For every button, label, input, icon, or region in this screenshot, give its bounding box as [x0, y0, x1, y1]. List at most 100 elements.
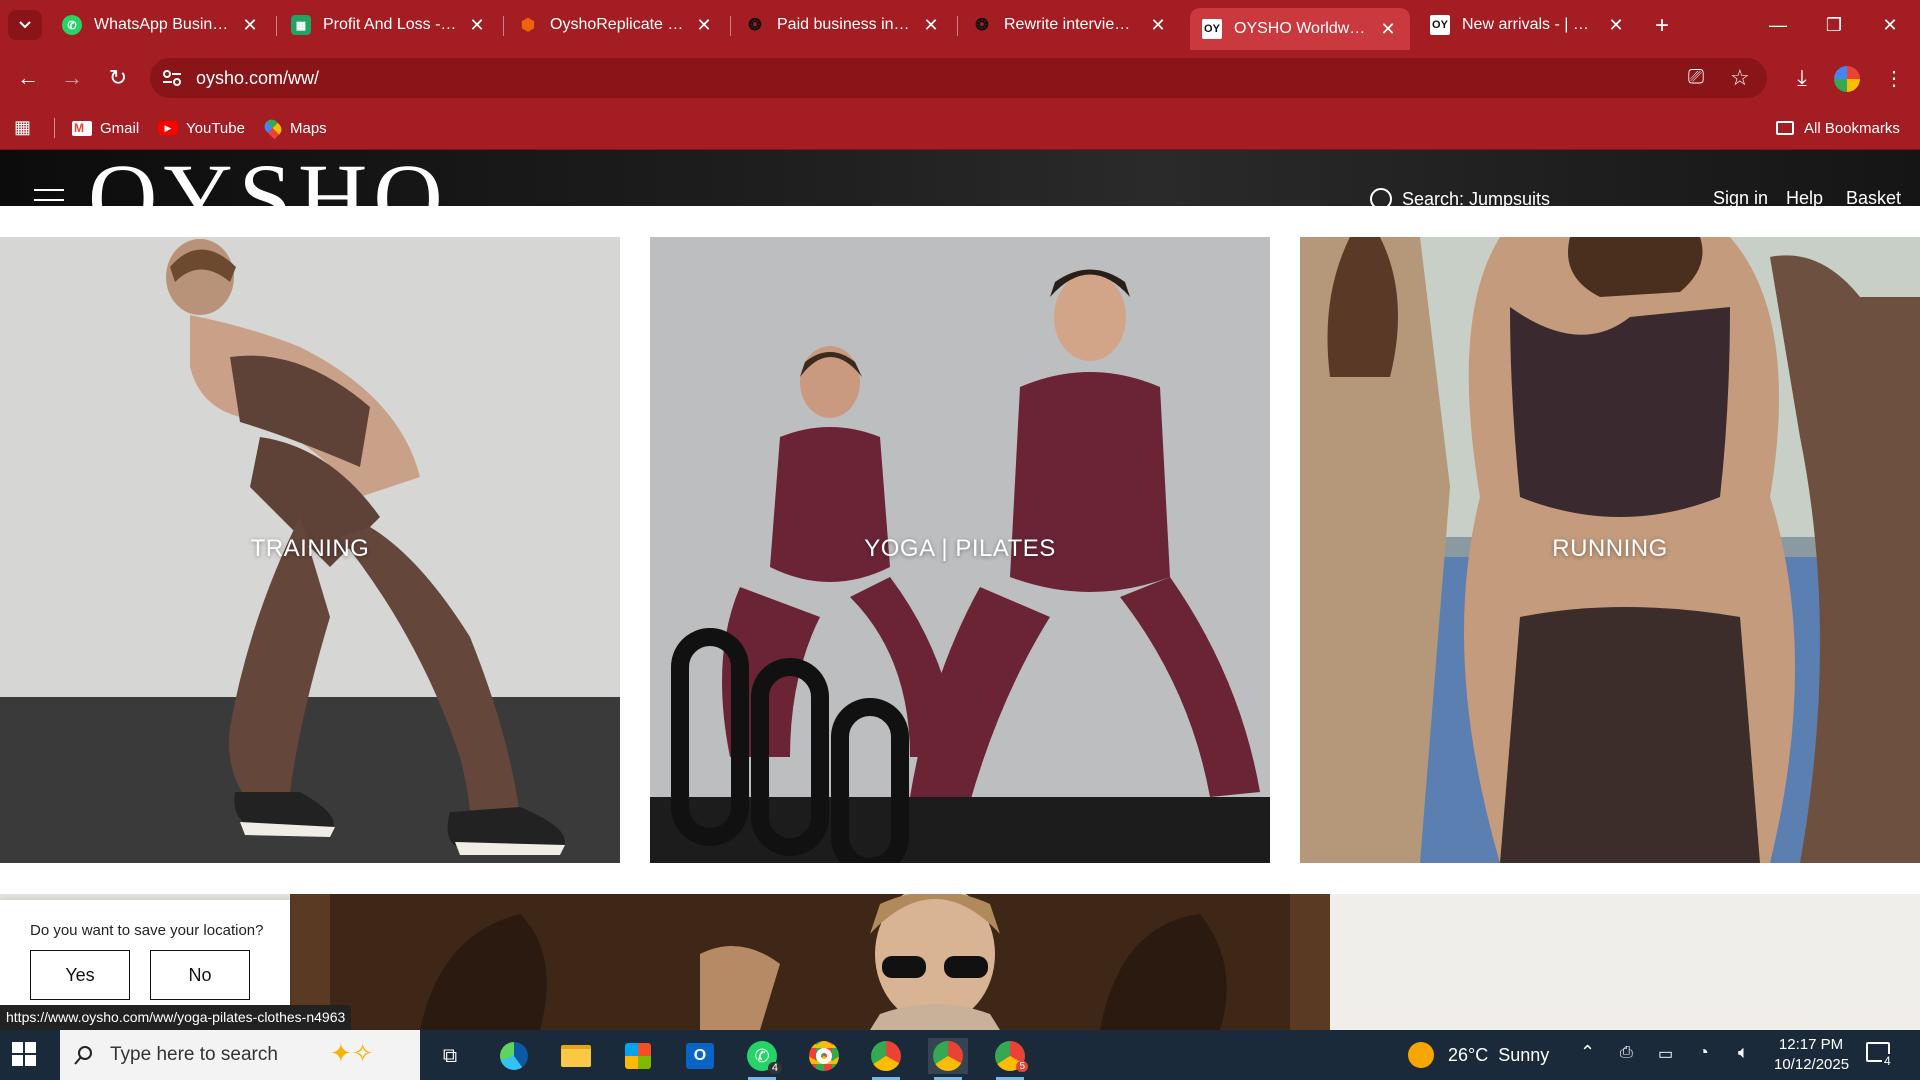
tab-paid-business-interns[interactable]: ❂ Paid business interns ✕ [733, 8, 953, 42]
taskbar-search-box[interactable]: Type here to search ✦✧ [60, 1030, 420, 1080]
tab-separator [730, 16, 731, 36]
tab-new-arrivals[interactable]: OY New arrivals - | OYSH ✕ [1418, 8, 1638, 42]
no-button[interactable]: No [150, 950, 250, 1000]
site-settings-icon[interactable] [162, 69, 182, 87]
store-icon [625, 1043, 651, 1069]
taskbar-chrome-1[interactable] [804, 1038, 844, 1074]
category-card-yoga-pilates[interactable]: YOGA | PILATES [650, 237, 1270, 863]
location-question: Do you want to save your location? [30, 922, 264, 939]
maps-icon [261, 116, 285, 140]
task-view-icon: ⧉ [442, 1044, 458, 1067]
divider [54, 118, 55, 138]
menu-button[interactable] [34, 188, 64, 206]
close-icon[interactable]: ✕ [1378, 19, 1398, 40]
chrome-icon [871, 1041, 901, 1071]
bookmark-maps[interactable]: Maps [261, 116, 327, 140]
tab-rewrite-interview[interactable]: ❂ Rewrite interview foll ✕ [960, 8, 1180, 42]
gmail-icon: M [72, 120, 92, 136]
taskbar-chrome-4[interactable]: 5 [990, 1038, 1030, 1080]
search-button[interactable]: Search: Jumpsuits [1370, 188, 1550, 206]
tab-separator [957, 16, 958, 36]
reload-button[interactable]: ↻ [102, 62, 134, 94]
close-window-button[interactable]: ✕ [1866, 0, 1914, 50]
close-icon[interactable]: ✕ [1148, 15, 1168, 36]
install-app-icon[interactable]: ⎚ [1688, 66, 1704, 89]
tab-oysho-worldwide[interactable]: OY OYSHO Worldwide | ✕ [1190, 8, 1410, 50]
bookmarks-bar: ▦ M Gmail ▶ YouTube Maps All Bookmarks [0, 106, 1920, 150]
tab-separator [276, 16, 277, 36]
notification-center-button[interactable]: 4 [1866, 1042, 1893, 1068]
taskbar-edge[interactable] [494, 1038, 534, 1074]
meet-now-icon[interactable]: ⎙ [1620, 1044, 1633, 1062]
browser-toolbar: ← → ↻ oysho.com/ww/ ⎚ ☆ ⤓ ⋮ [0, 50, 1920, 106]
tab-search-button[interactable] [8, 10, 42, 40]
sign-in-link[interactable]: Sign in [1713, 188, 1768, 206]
show-hidden-icons-chevron[interactable]: ⌃ [1580, 1042, 1595, 1063]
whatsapp-badge: 4 [767, 1062, 782, 1074]
reload-icon: ↻ [108, 65, 128, 90]
taskbar-chrome-2[interactable] [866, 1038, 906, 1080]
help-link[interactable]: Help [1786, 188, 1823, 206]
battery-icon[interactable]: ▭ [1658, 1044, 1673, 1064]
category-label: TRAINING [250, 535, 370, 562]
downloads-button[interactable]: ⤓ [1786, 62, 1818, 94]
yes-button[interactable]: Yes [30, 950, 130, 1000]
clock[interactable]: 12:17 PM 10/12/2025 [1774, 1035, 1849, 1075]
youtube-icon: ▶ [158, 121, 178, 135]
close-icon[interactable]: ✕ [240, 15, 260, 36]
address-bar[interactable]: oysho.com/ww/ ⎚ ☆ [150, 58, 1767, 98]
bookmark-label: Gmail [100, 119, 140, 137]
category-label: RUNNING [1552, 535, 1668, 562]
close-icon[interactable]: ✕ [694, 15, 714, 36]
tab-oysho-replicate[interactable]: ⬢ OyshoReplicate - Rep ✕ [506, 8, 726, 42]
category-label: YOGA | PILATES [864, 535, 1056, 562]
browser-menu-button[interactable]: ⋮ [1878, 62, 1910, 94]
close-icon[interactable]: ✕ [921, 15, 941, 36]
outlook-icon: O [686, 1043, 714, 1069]
tab-profit-and-loss[interactable]: ▦ Profit And Loss - Goo ✕ [279, 8, 499, 42]
basket-link[interactable]: Basket [1846, 188, 1901, 206]
category-card-training[interactable]: TRAINING [0, 237, 620, 863]
tab-separator [503, 16, 504, 36]
folder-icon [561, 1045, 591, 1067]
close-icon: ✕ [1882, 14, 1898, 35]
folder-icon [1776, 121, 1794, 135]
taskbar-chrome-3[interactable] [928, 1038, 968, 1080]
bookmark-youtube[interactable]: ▶ YouTube [158, 116, 245, 140]
windows-logo-icon [12, 1042, 36, 1066]
sheets-icon: ▦ [291, 15, 311, 35]
new-tab-button[interactable]: + [1648, 12, 1676, 40]
url-text[interactable]: oysho.com/ww/ [196, 68, 319, 89]
taskbar-whatsapp[interactable]: ✆ 4 [742, 1038, 782, 1080]
bookmark-gmail[interactable]: M Gmail [72, 116, 139, 140]
wifi-icon[interactable]: ◔ [1698, 1042, 1709, 1063]
profile-avatar[interactable] [1834, 66, 1860, 92]
taskbar-outlook[interactable]: O [680, 1038, 720, 1074]
weather-text: 26°C Sunny [1448, 1044, 1550, 1065]
category-card-running[interactable]: RUNNING [1300, 237, 1920, 863]
all-bookmarks-label: All Bookmarks [1804, 119, 1900, 137]
bookmark-label: YouTube [186, 119, 245, 137]
minimize-button[interactable]: — [1754, 0, 1802, 50]
restore-button[interactable]: ❐ [1810, 0, 1858, 50]
close-icon[interactable]: ✕ [1606, 15, 1626, 36]
tab-whatsapp[interactable]: ✆ WhatsApp Business ✕ [50, 8, 272, 42]
all-bookmarks-button[interactable]: All Bookmarks [1776, 116, 1900, 140]
task-view-button[interactable]: ⧉ [430, 1038, 470, 1074]
apps-grid-icon[interactable]: ▦ [14, 117, 31, 138]
weather-widget[interactable]: 26°C Sunny [1408, 1042, 1549, 1068]
back-button[interactable]: ← [12, 62, 44, 94]
search-icon [1370, 188, 1392, 206]
tab-label: OyshoReplicate - Rep [550, 16, 684, 33]
start-button[interactable] [12, 1042, 36, 1071]
oysho-logo[interactable]: OYSHO [88, 150, 449, 206]
bookmark-star-icon[interactable]: ☆ [1730, 65, 1750, 91]
save-location-dialog: Do you want to save your location? Yes N… [0, 900, 290, 1006]
taskbar-file-explorer[interactable] [556, 1038, 596, 1074]
volume-icon[interactable]: 🔈︎ [1738, 1042, 1749, 1063]
close-icon[interactable]: ✕ [467, 15, 487, 36]
taskbar-store[interactable] [618, 1038, 658, 1074]
forward-button[interactable]: → [56, 62, 88, 94]
chevron-down-icon [19, 21, 31, 29]
replit-icon: ⬢ [521, 17, 535, 34]
